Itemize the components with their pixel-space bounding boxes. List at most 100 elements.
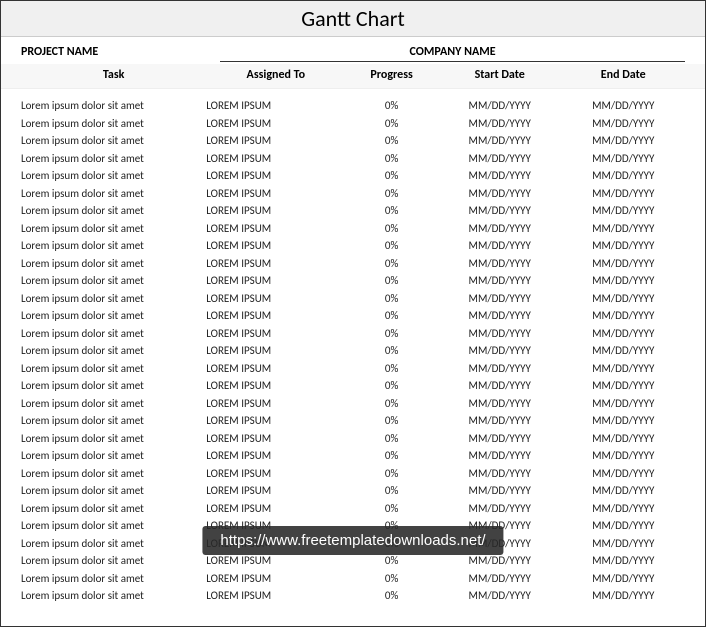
cell-start: MM/DD/YYYY <box>438 587 562 605</box>
table-row: Lorem ipsum dolor sit ametLOREM IPSUM0%M… <box>1 465 705 483</box>
cell-start: MM/DD/YYYY <box>438 570 562 588</box>
cell-progress: 0% <box>345 220 438 238</box>
cell-end: MM/DD/YYYY <box>561 587 685 605</box>
table-row: Lorem ipsum dolor sit ametLOREM IPSUM0%M… <box>1 500 705 518</box>
table-row: Lorem ipsum dolor sit ametLOREM IPSUM0%M… <box>1 342 705 360</box>
cell-end: MM/DD/YYYY <box>561 272 685 290</box>
col-header-task: Task <box>21 68 206 82</box>
table-row: Lorem ipsum dolor sit ametLOREM IPSUM0%M… <box>1 377 705 395</box>
cell-start: MM/DD/YYYY <box>438 412 562 430</box>
cell-task: Lorem ipsum dolor sit amet <box>21 202 206 220</box>
cell-progress: 0% <box>345 185 438 203</box>
cell-progress: 0% <box>345 500 438 518</box>
cell-end: MM/DD/YYYY <box>561 202 685 220</box>
cell-start: MM/DD/YYYY <box>438 325 562 343</box>
cell-assigned: LOREM IPSUM <box>206 342 345 360</box>
cell-start: MM/DD/YYYY <box>438 342 562 360</box>
table-row: Lorem ipsum dolor sit ametLOREM IPSUM0%M… <box>1 132 705 150</box>
cell-start: MM/DD/YYYY <box>438 430 562 448</box>
cell-progress: 0% <box>345 290 438 308</box>
cell-end: MM/DD/YYYY <box>561 237 685 255</box>
cell-end: MM/DD/YYYY <box>561 377 685 395</box>
table-row: Lorem ipsum dolor sit ametLOREM IPSUM0%M… <box>1 185 705 203</box>
cell-end: MM/DD/YYYY <box>561 465 685 483</box>
cell-task: Lorem ipsum dolor sit amet <box>21 167 206 185</box>
cell-assigned: LOREM IPSUM <box>206 237 345 255</box>
cell-task: Lorem ipsum dolor sit amet <box>21 115 206 133</box>
cell-task: Lorem ipsum dolor sit amet <box>21 290 206 308</box>
cell-start: MM/DD/YYYY <box>438 465 562 483</box>
cell-progress: 0% <box>345 430 438 448</box>
cell-end: MM/DD/YYYY <box>561 447 685 465</box>
cell-progress: 0% <box>345 132 438 150</box>
column-headers: Task Assigned To Progress Start Date End… <box>1 64 705 89</box>
cell-start: MM/DD/YYYY <box>438 360 562 378</box>
table-row: Lorem ipsum dolor sit ametLOREM IPSUM0%M… <box>1 167 705 185</box>
cell-end: MM/DD/YYYY <box>561 395 685 413</box>
company-name-label: COMPANY NAME <box>220 45 685 62</box>
cell-end: MM/DD/YYYY <box>561 517 685 535</box>
cell-end: MM/DD/YYYY <box>561 360 685 378</box>
cell-progress: 0% <box>345 412 438 430</box>
cell-progress: 0% <box>345 482 438 500</box>
table-row: Lorem ipsum dolor sit ametLOREM IPSUM0%M… <box>1 220 705 238</box>
cell-assigned: LOREM IPSUM <box>206 412 345 430</box>
cell-progress: 0% <box>345 360 438 378</box>
cell-start: MM/DD/YYYY <box>438 167 562 185</box>
cell-task: Lorem ipsum dolor sit amet <box>21 220 206 238</box>
project-name-label: PROJECT NAME <box>21 45 220 62</box>
table-row: Lorem ipsum dolor sit ametLOREM IPSUM0%M… <box>1 115 705 133</box>
header-row: PROJECT NAME COMPANY NAME <box>1 37 705 64</box>
cell-assigned: LOREM IPSUM <box>206 167 345 185</box>
cell-task: Lorem ipsum dolor sit amet <box>21 447 206 465</box>
cell-end: MM/DD/YYYY <box>561 482 685 500</box>
table-row: Lorem ipsum dolor sit ametLOREM IPSUM0% M… <box>1 150 705 168</box>
table-row: Lorem ipsum dolor sit ametLOREM IPSUM0%M… <box>1 202 705 220</box>
cell-start: MM/DD/YYYY <box>438 482 562 500</box>
cell-end: MM/DD/YYYY <box>561 342 685 360</box>
cell-task: Lorem ipsum dolor sit amet <box>21 465 206 483</box>
cell-assigned: LOREM IPSUM <box>206 202 345 220</box>
cell-task: Lorem ipsum dolor sit amet <box>21 430 206 448</box>
cell-progress: 0% <box>345 115 438 133</box>
cell-progress: 0% <box>345 377 438 395</box>
cell-task: Lorem ipsum dolor sit amet <box>21 307 206 325</box>
cell-task: Lorem ipsum dolor sit amet <box>21 255 206 273</box>
cell-start: MM/DD/YYYY <box>438 272 562 290</box>
cell-end: MM/DD/YYYY <box>561 430 685 448</box>
cell-progress: 0% <box>345 272 438 290</box>
cell-task: Lorem ipsum dolor sit amet <box>21 132 206 150</box>
cell-assigned: LOREM IPSUM <box>206 290 345 308</box>
cell-progress: 0% <box>345 570 438 588</box>
cell-start: MM/DD/YYYY <box>438 255 562 273</box>
cell-progress: 0% <box>345 587 438 605</box>
cell-start: MM/DD/YYYY <box>438 500 562 518</box>
cell-task: Lorem ipsum dolor sit amet <box>21 482 206 500</box>
cell-end: MM/DD/YYYY <box>561 325 685 343</box>
cell-start: MM/DD/YYYY <box>438 307 562 325</box>
cell-assigned: LOREM IPSUM <box>206 150 345 168</box>
col-header-end: End Date <box>561 68 685 82</box>
cell-progress: 0% <box>345 395 438 413</box>
table-row: Lorem ipsum dolor sit ametLOREM IPSUM0%M… <box>1 447 705 465</box>
cell-start: MM/DD/YYYY <box>438 132 562 150</box>
cell-start: MM/DD/YYYY <box>438 185 562 203</box>
cell-task: Lorem ipsum dolor sit amet <box>21 517 206 535</box>
cell-end: MM/DD/YYYY <box>561 150 685 168</box>
table-row: Lorem ipsum dolor sit ametLOREM IPSUM0%M… <box>1 272 705 290</box>
cell-assigned: LOREM IPSUM <box>206 115 345 133</box>
table-row: Lorem ipsum dolor sit ametLOREM IPSUM0%M… <box>1 290 705 308</box>
cell-end: MM/DD/YYYY <box>561 220 685 238</box>
cell-task: Lorem ipsum dolor sit amet <box>21 552 206 570</box>
cell-start: MM/DD/YYYY <box>438 202 562 220</box>
cell-task: Lorem ipsum dolor sit amet <box>21 185 206 203</box>
cell-progress: 0% <box>345 150 438 168</box>
cell-task: Lorem ipsum dolor sit amet <box>21 150 206 168</box>
cell-assigned: LOREM IPSUM <box>206 325 345 343</box>
cell-end: MM/DD/YYYY <box>561 307 685 325</box>
cell-task: Lorem ipsum dolor sit amet <box>21 500 206 518</box>
cell-assigned: LOREM IPSUM <box>206 97 345 115</box>
cell-progress: 0% <box>345 465 438 483</box>
cell-task: Lorem ipsum dolor sit amet <box>21 395 206 413</box>
cell-end: MM/DD/YYYY <box>561 412 685 430</box>
